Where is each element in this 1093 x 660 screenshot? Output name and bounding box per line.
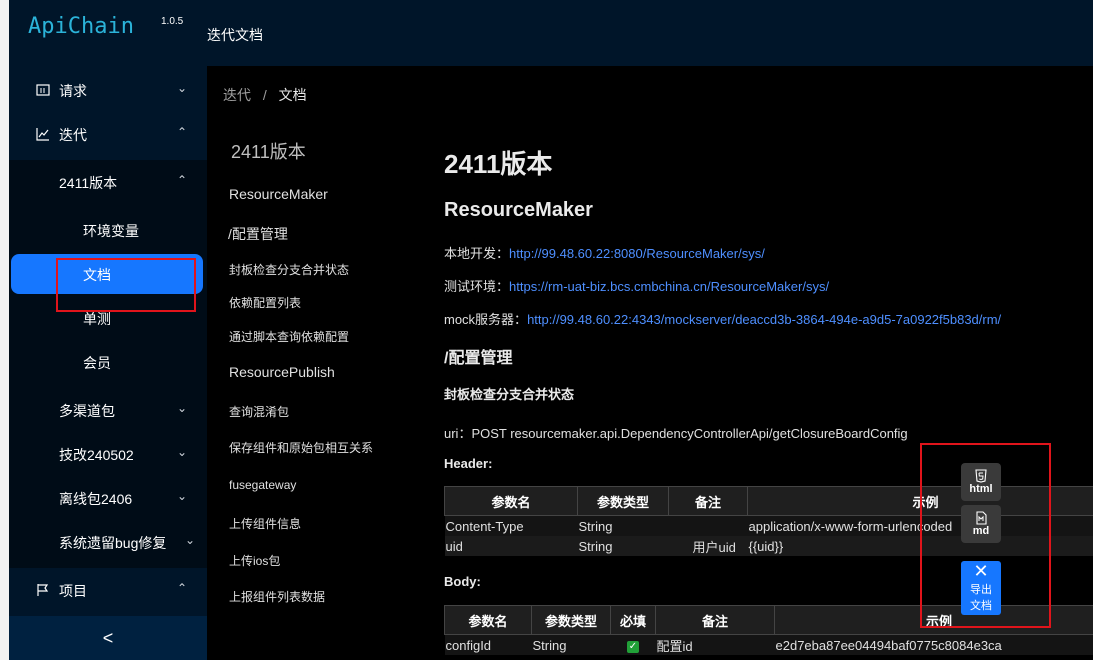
table-cell — [669, 516, 748, 537]
line-chart-icon — [35, 126, 51, 142]
sidebar-item-multichannel[interactable]: 多渠道包 ⌄ — [9, 388, 207, 432]
page-title: 迭代文档 — [207, 27, 263, 43]
sidebar-item-offline-2406[interactable]: 离线包2406 ⌄ — [9, 476, 207, 520]
table-cell: configId — [445, 637, 492, 653]
table-cell: ✓ — [611, 635, 656, 656]
env-line-test: 测试环境：https://rm-uat-biz.bcs.cmbchina.cn/… — [444, 276, 829, 295]
toc-item[interactable]: fusegateway — [229, 478, 296, 492]
table-cell: String — [578, 518, 613, 534]
chevron-up-icon: ⌃ — [176, 581, 187, 595]
table-cell: uid — [445, 538, 463, 554]
sidebar-collapse-button[interactable]: < — [9, 616, 207, 660]
env-url-link[interactable]: https://rm-uat-biz.bcs.cmbchina.cn/Resou… — [509, 279, 829, 294]
doc-title: 2411版本 — [444, 149, 553, 179]
chevron-up-icon: ⌃ — [176, 125, 187, 139]
sidebar-item-label: 请求 — [59, 83, 87, 99]
sidebar-item-label: 环境变量 — [83, 223, 139, 239]
highlight-box-docs — [56, 258, 196, 312]
env-url-link[interactable]: http://99.48.60.22:4343/mockserver/deacc… — [527, 312, 1001, 327]
table-cell: Content-Type — [445, 518, 524, 534]
layout-icon — [35, 82, 51, 98]
toc-item[interactable]: 通过脚本查询依赖配置 — [229, 328, 349, 345]
chevron-down-icon: ⌄ — [176, 81, 187, 95]
toc-item[interactable]: 依赖配置列表 — [229, 294, 301, 311]
required-check-icon: ✓ — [627, 641, 639, 653]
column-header: 参数名 — [444, 486, 578, 516]
chevron-left-icon: < — [102, 627, 114, 648]
table-cell: 用户uid — [692, 539, 736, 555]
flag-icon — [35, 582, 51, 598]
header-section-label: Header: — [444, 456, 493, 471]
app-version: 1.0.5 — [161, 16, 184, 27]
column-header: 备注 — [655, 605, 775, 635]
sidebar-item-tech-240502[interactable]: 技改240502 ⌄ — [9, 432, 207, 476]
column-header: 参数类型 — [531, 605, 611, 635]
app-logo: ApiChain — [28, 14, 134, 39]
top-bar: 迭代文档 — [207, 0, 1093, 66]
sidebar-item-label: 系统遗留bug修复 — [59, 535, 167, 551]
sidebar-item-label: 迭代 — [59, 127, 87, 143]
sidebar: ApiChain 1.0.5 请求 ⌄ 迭代 ⌃ 2411版本 ⌃ 环境变量 文… — [9, 0, 207, 660]
toc-item[interactable]: 上传ios包 — [229, 552, 280, 569]
doc-project-heading: ResourceMaker — [444, 199, 593, 221]
api-uri: uri：POST resourcemaker.api.DependencyCon… — [444, 426, 908, 441]
sidebar-item-member[interactable]: 会员 — [9, 340, 207, 384]
sidebar-item-iteration[interactable]: 迭代 ⌃ — [9, 112, 207, 156]
sidebar-item-label: 单测 — [83, 311, 111, 327]
chevron-up-icon: ⌃ — [176, 173, 187, 187]
env-label: 本地开发： — [444, 246, 510, 261]
toc-title: 2411版本 — [231, 142, 306, 162]
env-label: mock服务器： — [444, 312, 528, 327]
sidebar-item-version-2411[interactable]: 2411版本 ⌃ — [9, 160, 207, 204]
body-section-label: Body: — [444, 574, 481, 589]
breadcrumb-parent[interactable]: 迭代 — [223, 87, 251, 103]
toc-item[interactable]: ResourcePublish — [229, 364, 335, 380]
column-header: 参数名 — [444, 605, 532, 635]
table-cell: String — [578, 538, 613, 554]
sidebar-item-label: 项目 — [59, 583, 87, 599]
breadcrumb-separator: / — [262, 87, 267, 103]
breadcrumb-current: 文档 — [278, 87, 307, 103]
sidebar-item-request[interactable]: 请求 ⌄ — [9, 68, 207, 112]
column-header: 参数类型 — [577, 486, 669, 516]
sidebar-item-label: 会员 — [83, 355, 111, 371]
toc-item[interactable]: 保存组件和原始包相互关系 — [229, 439, 373, 456]
column-header: 备注 — [668, 486, 748, 516]
sidebar-item-label: 多渠道包 — [59, 403, 115, 419]
toc-item[interactable]: 上传组件信息 — [229, 515, 301, 532]
chevron-down-icon: ⌄ — [184, 533, 195, 547]
sidebar-item-label: 技改240502 — [59, 447, 134, 463]
api-title: 封板检查分支合并状态 — [444, 387, 575, 402]
highlight-box-export — [920, 443, 1051, 628]
table-row: configId String ✓ 配置id e2d7eba87ee04494b… — [444, 634, 1093, 656]
env-line-local: 本地开发：http://99.48.60.22:8080/ResourceMak… — [444, 243, 765, 262]
toc-item[interactable]: 上报组件列表数据 — [229, 588, 325, 605]
toc-item[interactable]: 封板检查分支合并状态 — [229, 261, 349, 278]
chevron-down-icon: ⌄ — [176, 401, 187, 415]
left-window-edge — [0, 0, 9, 660]
breadcrumb: 迭代 / 文档 — [223, 85, 307, 105]
sidebar-item-label: 2411版本 — [59, 175, 118, 191]
folder-heading: /配置管理 — [444, 350, 513, 367]
sidebar-item-legacy-bugfix[interactable]: 系统遗留bug修复 ⌄ — [9, 520, 207, 564]
toc-item[interactable]: 查询混淆包 — [229, 403, 289, 420]
sidebar-item-label: 离线包2406 — [59, 491, 133, 507]
chevron-down-icon: ⌄ — [176, 445, 187, 459]
toc-item[interactable]: /配置管理 — [228, 224, 288, 244]
env-url-link[interactable]: http://99.48.60.22:8080/ResourceMaker/sy… — [509, 246, 765, 261]
column-header: 必填 — [610, 605, 656, 635]
chevron-down-icon: ⌄ — [176, 489, 187, 503]
toc-item[interactable]: ResourceMaker — [229, 186, 328, 202]
sidebar-item-project[interactable]: 项目 ⌃ — [9, 568, 207, 612]
env-line-mock: mock服务器：http://99.48.60.22:4343/mockserv… — [444, 309, 1001, 328]
env-label: 测试环境： — [444, 279, 510, 294]
table-cell: String — [532, 637, 567, 653]
table-cell: e2d7eba87ee04494baf0775c8084e3ca — [775, 637, 1002, 653]
table-cell: 配置id — [656, 638, 693, 654]
sidebar-item-env-vars[interactable]: 环境变量 — [9, 208, 207, 252]
